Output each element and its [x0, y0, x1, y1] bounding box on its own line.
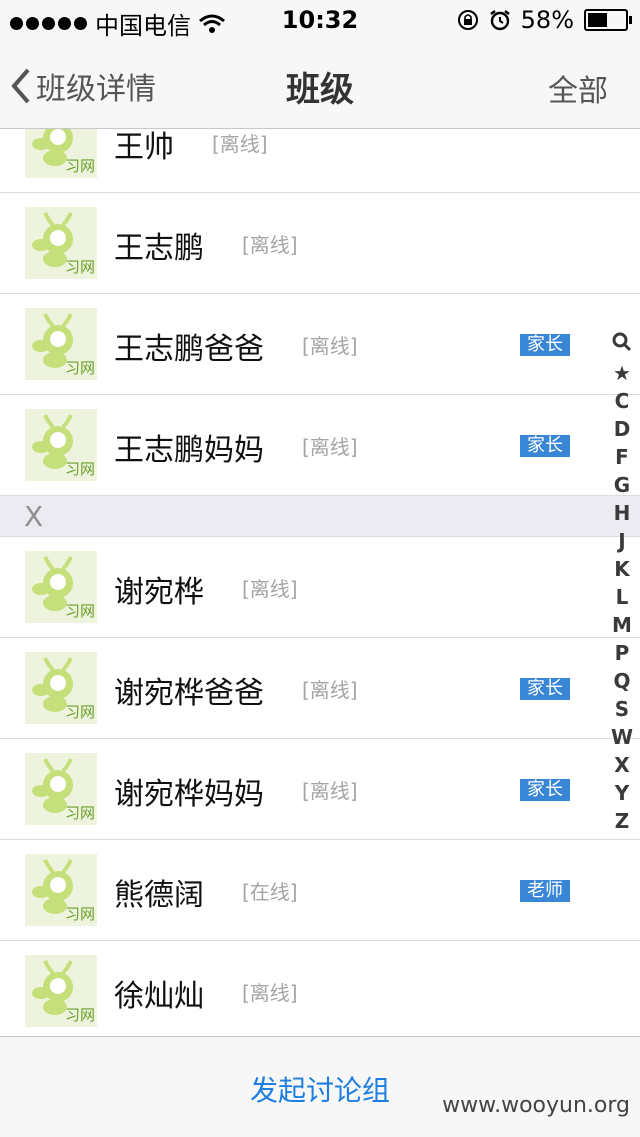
index-letter[interactable]: F — [615, 443, 629, 471]
status-bar: 中国电信 10:32 58% — [0, 0, 640, 40]
avatar: 习网 — [25, 854, 97, 926]
index-letter[interactable]: C — [615, 387, 630, 415]
alphabet-index[interactable]: ★ C D F G H J K L M P Q S W X Y Z — [610, 331, 634, 835]
section-header-label: X — [24, 500, 44, 533]
avatar-brand-text: 习网 — [64, 157, 95, 175]
avatar-brand-text: 习网 — [64, 602, 95, 620]
online-status: [离线] — [302, 678, 358, 702]
role-badge: 老师 — [520, 880, 570, 902]
avatar-brand-text: 习网 — [64, 905, 95, 923]
avatar: 习网 — [25, 409, 97, 481]
index-letter[interactable]: L — [616, 583, 629, 611]
avatar: 习网 — [25, 753, 97, 825]
avatar: 习网 — [25, 207, 97, 279]
member-row[interactable]: 习网 王志鹏妈妈 [离线] 家长 — [0, 395, 640, 496]
online-status: [在线] — [242, 880, 298, 904]
role-badge: 家长 — [520, 435, 570, 457]
online-status: [离线] — [242, 233, 298, 257]
online-status: [离线] — [212, 132, 268, 156]
index-letter[interactable]: ★ — [613, 359, 631, 387]
battery-percent: 58% — [520, 6, 574, 34]
index-letter[interactable]: X — [614, 751, 629, 779]
member-name: 王志鹏妈妈 — [114, 433, 264, 468]
avatar: 习网 — [25, 955, 97, 1027]
member-name: 徐灿灿 — [114, 979, 204, 1014]
index-letter[interactable]: J — [618, 527, 625, 555]
member-name: 王志鹏 — [114, 231, 204, 266]
avatar: 习网 — [25, 551, 97, 623]
member-list-content: 习网 王帅 [离线] 习网 王志鹏 [离线] 习网 王志鹏爸爸 [离线] 家长 习网 王志鹏妈妈 [离线… — [0, 129, 640, 1036]
avatar: 习网 — [25, 129, 97, 178]
index-letter[interactable]: Z — [615, 807, 630, 835]
index-search-icon[interactable] — [612, 331, 632, 359]
member-row[interactable]: 习网 王志鹏爸爸 [离线] 家长 — [0, 294, 640, 395]
index-letter[interactable]: G — [614, 471, 630, 499]
avatar-brand-text: 习网 — [64, 359, 95, 377]
filter-all-button[interactable]: 全部 — [548, 66, 608, 110]
page-title: 班级 — [286, 70, 354, 110]
member-row[interactable]: 习网 徐灿灿 [离线] — [0, 941, 640, 1036]
avatar-brand-text: 习网 — [64, 460, 95, 478]
status-right: 58% — [457, 6, 632, 34]
index-letter[interactable]: K — [614, 555, 630, 583]
avatar-brand-text: 习网 — [64, 1006, 95, 1024]
index-letter[interactable]: Q — [613, 667, 630, 695]
alarm-icon — [489, 10, 510, 31]
avatar-brand-text: 习网 — [64, 703, 95, 721]
section-header-x: X — [0, 496, 640, 537]
member-name: 王志鹏爸爸 — [114, 332, 264, 367]
role-badge: 家长 — [520, 779, 570, 801]
member-row[interactable]: 习网 王帅 [离线] — [0, 129, 640, 193]
role-badge: 家长 — [520, 334, 570, 356]
battery-icon — [584, 9, 632, 31]
member-row[interactable]: 习网 谢宛桦爸爸 [离线] 家长 — [0, 638, 640, 739]
navigation-bar: 班级详情 班级 全部 — [0, 40, 640, 129]
index-letter[interactable]: M — [612, 611, 632, 639]
member-name: 王帅 — [114, 130, 174, 165]
member-row[interactable]: 习网 谢宛桦 [离线] — [0, 537, 640, 638]
member-row[interactable]: 习网 王志鹏 [离线] — [0, 193, 640, 294]
online-status: [离线] — [242, 577, 298, 601]
online-status: [离线] — [242, 981, 298, 1005]
member-name: 谢宛桦爸爸 — [114, 676, 264, 711]
avatar-brand-text: 习网 — [64, 804, 95, 822]
index-letter[interactable]: Y — [615, 779, 629, 807]
online-status: [离线] — [302, 779, 358, 803]
watermark-text: www.wooyun.org — [442, 1093, 630, 1118]
index-letter[interactable]: W — [611, 723, 633, 751]
online-status: [离线] — [302, 435, 358, 459]
role-badge: 家长 — [520, 678, 570, 700]
member-name: 熊德阔 — [114, 878, 204, 913]
bottom-toolbar: 发起讨论组 www.wooyun.org — [0, 1036, 640, 1137]
member-row[interactable]: 习网 熊德阔 [在线] 老师 — [0, 840, 640, 941]
rotation-lock-icon — [457, 10, 478, 30]
member-name: 谢宛桦 — [114, 575, 204, 610]
avatar: 习网 — [25, 652, 97, 724]
member-list[interactable]: 习网 王帅 [离线] 习网 王志鹏 [离线] 习网 王志鹏爸爸 [离线] 家长 习网 王志鹏妈妈 [离线… — [0, 129, 640, 1036]
index-letter[interactable]: H — [614, 499, 631, 527]
index-letter[interactable]: P — [615, 639, 630, 667]
member-row[interactable]: 习网 谢宛桦妈妈 [离线] 家长 — [0, 739, 640, 840]
index-letter[interactable]: S — [615, 695, 629, 723]
avatar-brand-text: 习网 — [64, 258, 95, 276]
online-status: [离线] — [302, 334, 358, 358]
avatar: 习网 — [25, 308, 97, 380]
index-letter[interactable]: D — [614, 415, 631, 443]
member-name: 谢宛桦妈妈 — [114, 777, 264, 812]
